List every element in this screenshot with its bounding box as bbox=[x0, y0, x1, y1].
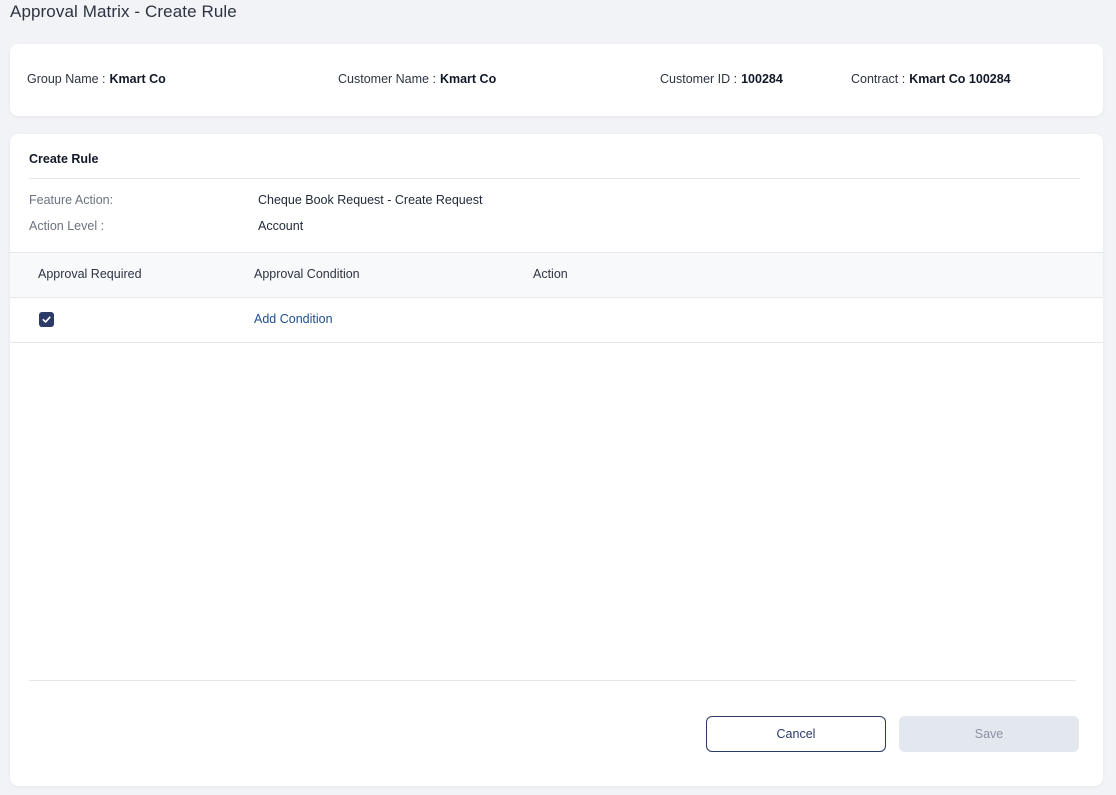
feature-action-label: Feature Action: bbox=[29, 193, 114, 207]
customer-name-value: Kmart Co bbox=[439, 72, 497, 86]
approval-required-checkbox[interactable] bbox=[39, 312, 54, 327]
group-name-value: Kmart Co bbox=[109, 72, 166, 86]
customer-id-value: 100284 bbox=[741, 72, 783, 86]
header-approval-required: Approval Required bbox=[38, 267, 142, 281]
contract-field: Contract : Kmart Co 100284 bbox=[851, 72, 1011, 86]
feature-action-value: Cheque Book Request - Create Request bbox=[258, 193, 483, 207]
group-name-field: Group Name : Kmart Co bbox=[27, 72, 166, 86]
contract-label: Contract : bbox=[851, 72, 906, 86]
create-rule-card: Create Rule Feature Action: Cheque Book … bbox=[10, 134, 1103, 786]
group-name-label: Group Name : bbox=[27, 72, 106, 86]
contract-value: Kmart Co 100284 bbox=[909, 72, 1011, 86]
footer-divider bbox=[29, 680, 1076, 681]
page-title: Approval Matrix - Create Rule bbox=[10, 2, 237, 21]
save-button[interactable]: Save bbox=[899, 716, 1079, 752]
rules-table-header: Approval Required Approval Condition Act… bbox=[10, 252, 1103, 298]
section-title: Create Rule bbox=[29, 152, 99, 166]
header-action: Action bbox=[533, 267, 568, 281]
customer-id-label: Customer ID : bbox=[660, 72, 738, 86]
customer-id-field: Customer ID :100284 bbox=[660, 72, 783, 86]
customer-info-card: Group Name : Kmart Co Customer Name : Kmar… bbox=[10, 44, 1103, 116]
customer-name-label: Customer Name : bbox=[338, 72, 436, 86]
customer-name-field: Customer Name : Kmart Co bbox=[338, 72, 496, 86]
header-approval-condition: Approval Condition bbox=[254, 267, 360, 281]
add-condition-link[interactable]: Add Condition bbox=[254, 312, 333, 326]
check-icon bbox=[42, 316, 51, 323]
action-level-value: Account bbox=[258, 219, 304, 233]
cancel-button[interactable]: Cancel bbox=[706, 716, 886, 752]
table-row: Add Condition bbox=[10, 297, 1103, 343]
section-divider bbox=[29, 178, 1080, 179]
action-level-label: Action Level : bbox=[29, 219, 105, 233]
